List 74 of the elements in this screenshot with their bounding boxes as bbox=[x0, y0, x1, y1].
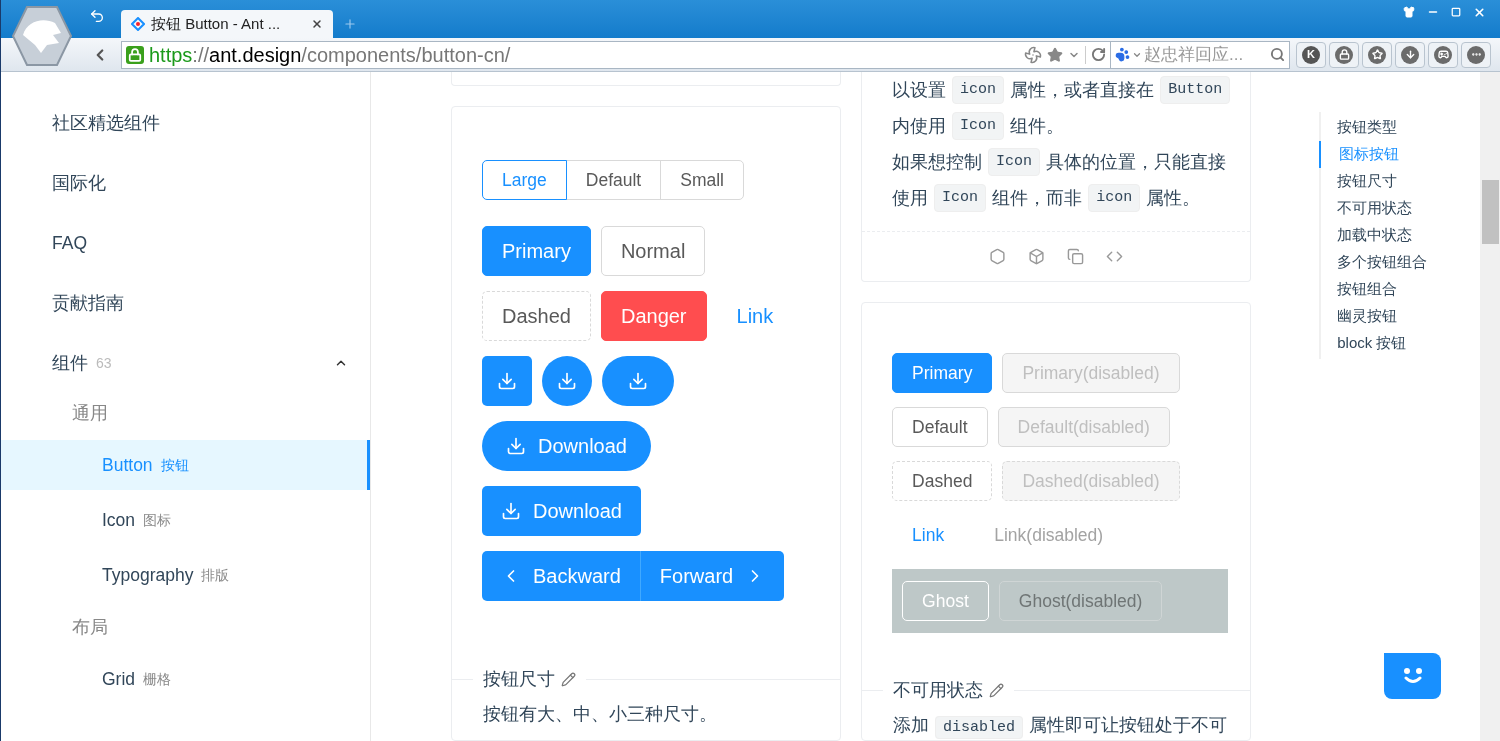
extension-button[interactable] bbox=[1362, 41, 1392, 68]
edit-icon[interactable] bbox=[989, 683, 1005, 698]
copy-icon[interactable] bbox=[1067, 248, 1085, 265]
diamond-logo-icon bbox=[131, 17, 145, 31]
download-icon bbox=[628, 371, 648, 392]
download-icon bbox=[1404, 49, 1416, 60]
edit-icon[interactable] bbox=[561, 672, 576, 688]
description-text: 使用 Icon 组件，而非 icon 属性。 bbox=[892, 180, 1251, 216]
sidebar-item[interactable]: 贡献指南 bbox=[1, 278, 370, 328]
close-icon[interactable] bbox=[311, 18, 323, 30]
browser-logo bbox=[11, 5, 73, 67]
size-radio[interactable]: Default bbox=[565, 160, 662, 201]
section-title: 按钮尺寸 bbox=[483, 668, 555, 692]
url-text: https://ant.design/components/button-cn/ bbox=[149, 42, 511, 68]
section-description: 添加 disabled 属性即可让按钮处于不可 bbox=[862, 704, 1251, 740]
back-icon[interactable] bbox=[89, 8, 105, 24]
group-title: 通用 bbox=[71, 401, 109, 425]
extension-button[interactable] bbox=[1395, 41, 1425, 68]
toc-link[interactable]: 按钮类型 bbox=[1319, 114, 1480, 141]
toc-link[interactable]: 按钮组合 bbox=[1319, 276, 1480, 303]
maximize-icon[interactable] bbox=[1451, 7, 1461, 17]
sidebar-item[interactable]: Typography 排版 bbox=[1, 550, 370, 600]
star-icon bbox=[1371, 49, 1383, 60]
reload-icon[interactable] bbox=[1091, 47, 1106, 62]
description-text: 以设置 icon 属性，或者直接在 Button bbox=[892, 72, 1251, 108]
search-icon bbox=[1270, 47, 1285, 62]
extension-button[interactable]: K bbox=[1296, 41, 1326, 68]
download-button[interactable] bbox=[482, 356, 532, 407]
sidebar-item[interactable]: 国际化 bbox=[1, 158, 370, 208]
toc-link[interactable]: 加载中状态 bbox=[1319, 222, 1480, 249]
group-title: 布局 bbox=[71, 615, 109, 639]
demo-button[interactable]: Normal bbox=[600, 226, 706, 277]
address-bar[interactable]: https://ant.design/components/button-cn/ bbox=[121, 40, 1111, 69]
star-icon[interactable] bbox=[1047, 46, 1063, 63]
section-title: 不可用状态 bbox=[893, 679, 984, 702]
cube-icon[interactable] bbox=[1028, 248, 1046, 265]
description-text: 如果想控制 Icon 具体的位置，只能直接 bbox=[892, 144, 1251, 180]
gamepad-icon bbox=[1437, 49, 1449, 60]
download-button[interactable] bbox=[602, 356, 674, 407]
download-icon bbox=[557, 371, 577, 392]
download-icon bbox=[497, 371, 517, 392]
toc-link[interactable]: 按钮尺寸 bbox=[1319, 168, 1480, 195]
submenu-header[interactable]: 组件 63 bbox=[1, 338, 370, 388]
download-icon bbox=[506, 436, 526, 457]
extension-button[interactable] bbox=[1428, 41, 1458, 68]
sidebar-item[interactable]: Icon 图标 bbox=[1, 495, 370, 545]
lock-icon bbox=[1338, 49, 1350, 60]
lock-icon bbox=[126, 45, 144, 64]
section-description: 按钮有大、中、小三种尺寸。 bbox=[482, 703, 718, 727]
sidebar-item[interactable]: Grid 栅格 bbox=[1, 654, 370, 704]
chat-button[interactable] bbox=[1384, 653, 1441, 699]
demo-button[interactable]: Dashed bbox=[892, 461, 993, 501]
toc-link[interactable]: 多个按钮组合 bbox=[1319, 249, 1480, 276]
toc-link[interactable]: 不可用状态 bbox=[1319, 195, 1480, 222]
extension-button[interactable] bbox=[1461, 41, 1491, 68]
search-placeholder: 赵忠祥回应... bbox=[1144, 43, 1244, 66]
download-icon bbox=[501, 501, 521, 522]
fan-icon[interactable] bbox=[1024, 45, 1042, 64]
skin-icon[interactable] bbox=[1403, 6, 1415, 18]
sidebar-item[interactable]: 社区精选组件 bbox=[1, 98, 370, 148]
browser-tab[interactable]: 按钮 Button - Ant ... bbox=[121, 10, 333, 38]
tab-title: 按钮 Button - Ant ... bbox=[151, 13, 281, 34]
download-button[interactable] bbox=[542, 356, 592, 407]
close-window-icon[interactable] bbox=[1473, 5, 1486, 19]
description-text: 内使用 Icon 组件。 bbox=[892, 108, 1251, 144]
paw-icon bbox=[1115, 47, 1130, 62]
demo-button[interactable]: Dashed bbox=[482, 291, 591, 342]
hexagon-icon[interactable] bbox=[989, 248, 1007, 265]
toc-link[interactable]: 幽灵按钮 bbox=[1319, 303, 1480, 330]
toc-link[interactable]: block 按钮 bbox=[1319, 330, 1480, 357]
sidebar-item[interactable]: FAQ bbox=[1, 218, 370, 268]
demo-button[interactable]: Default bbox=[892, 407, 988, 447]
extension-button[interactable] bbox=[1329, 41, 1359, 68]
size-radio[interactable]: Small bbox=[660, 160, 744, 201]
